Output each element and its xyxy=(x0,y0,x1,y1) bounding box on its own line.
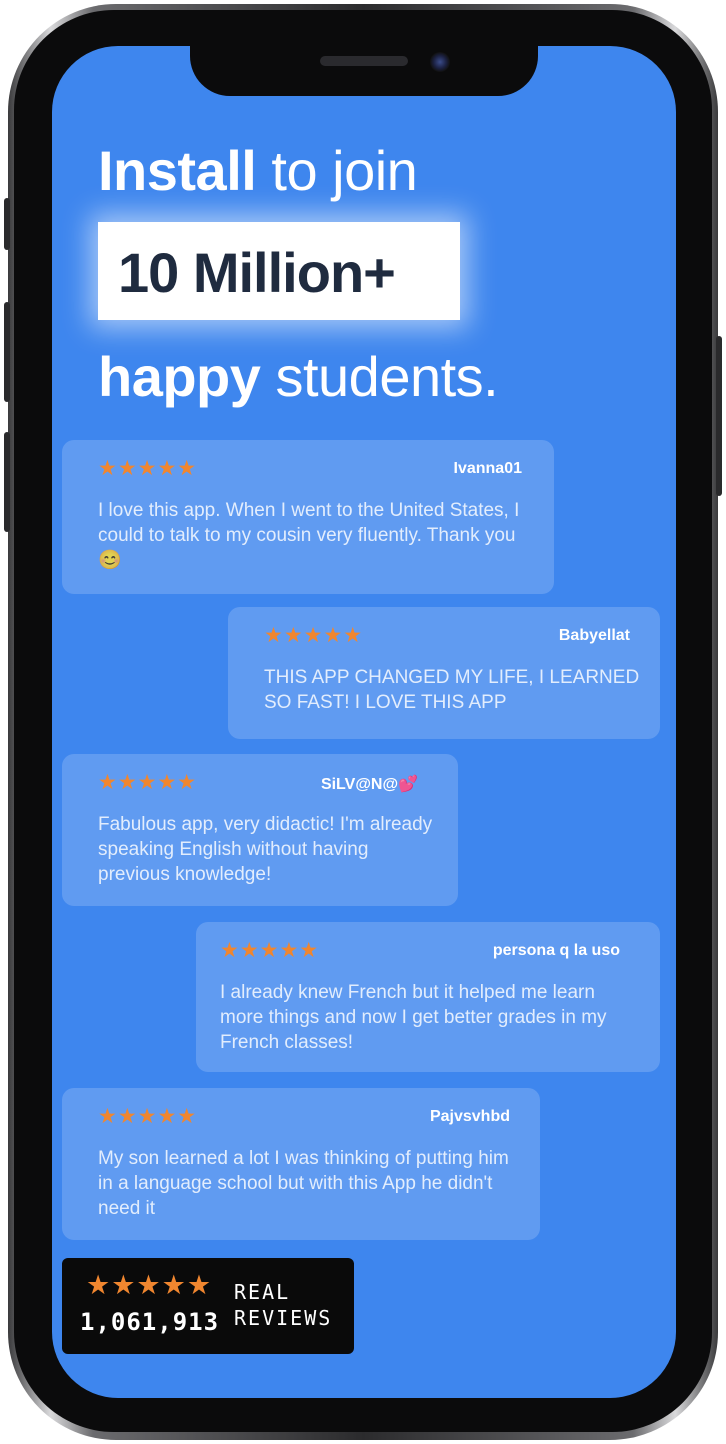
review-author: Ivanna01 xyxy=(453,460,522,477)
headline-happy: happy xyxy=(98,345,261,408)
badge-star-rating-icon: ★★★★★ xyxy=(86,1270,213,1300)
star-rating-icon: ★★★★★ xyxy=(220,939,320,962)
headline-to-join: to join xyxy=(256,139,418,202)
badge-label-real: REAL xyxy=(234,1280,291,1304)
star-rating-icon: ★★★★★ xyxy=(98,1105,198,1128)
reviews-badge: ★★★★★ 1,061,913 REAL REVIEWS xyxy=(62,1258,354,1354)
review-text: THIS APP CHANGED MY LIFE, I LEARNED SO F… xyxy=(264,667,640,713)
star-rating-icon: ★★★★★ xyxy=(98,771,198,794)
review-author: Babyellat xyxy=(558,627,630,644)
front-camera-icon xyxy=(430,52,450,72)
review-author: persona q la uso xyxy=(492,942,620,959)
highlight-ten-million: 10 Million+ xyxy=(118,241,396,304)
review-count: 1,061,913 xyxy=(80,1308,220,1336)
review-text: My son learned a lot I was thinking of p… xyxy=(98,1148,509,1219)
badge-label-reviews: REVIEWS xyxy=(234,1306,333,1330)
headline-students: students. xyxy=(260,345,499,408)
review-card: ★★★★★ Ivanna01 I love this app. When I w… xyxy=(62,440,554,594)
review-text: Fabulous app, very didactic! I'm already… xyxy=(98,814,433,885)
star-rating-icon: ★★★★★ xyxy=(98,457,198,480)
review-text: I already knew French but it helped me l… xyxy=(220,982,607,1053)
speaker-grille xyxy=(320,56,408,66)
headline-install: Install xyxy=(98,139,257,202)
volume-up-button xyxy=(4,302,10,402)
review-author: SiLV@N@💕 xyxy=(320,776,418,793)
review-author: Pajvsvhbd xyxy=(429,1108,510,1125)
review-card: ★★★★★ Pajvsvhbd My son learned a lot I w… xyxy=(62,1088,540,1240)
volume-down-button xyxy=(4,432,10,532)
power-button xyxy=(716,336,722,496)
review-card: ★★★★★ Babyellat THIS APP CHANGED MY LIFE… xyxy=(228,607,660,739)
review-card: ★★★★★ persona q la uso I already knew Fr… xyxy=(196,922,660,1072)
notch xyxy=(190,40,538,96)
headline-line-3: happy students. xyxy=(98,344,499,409)
review-card: ★★★★★ SiLV@N@💕 Fabulous app, very didact… xyxy=(62,754,458,906)
mute-switch xyxy=(4,198,10,250)
review-text: I love this app. When I went to the Unit… xyxy=(98,500,520,571)
star-rating-icon: ★★★★★ xyxy=(264,624,364,647)
headline-line-1: Install to join xyxy=(98,138,418,203)
